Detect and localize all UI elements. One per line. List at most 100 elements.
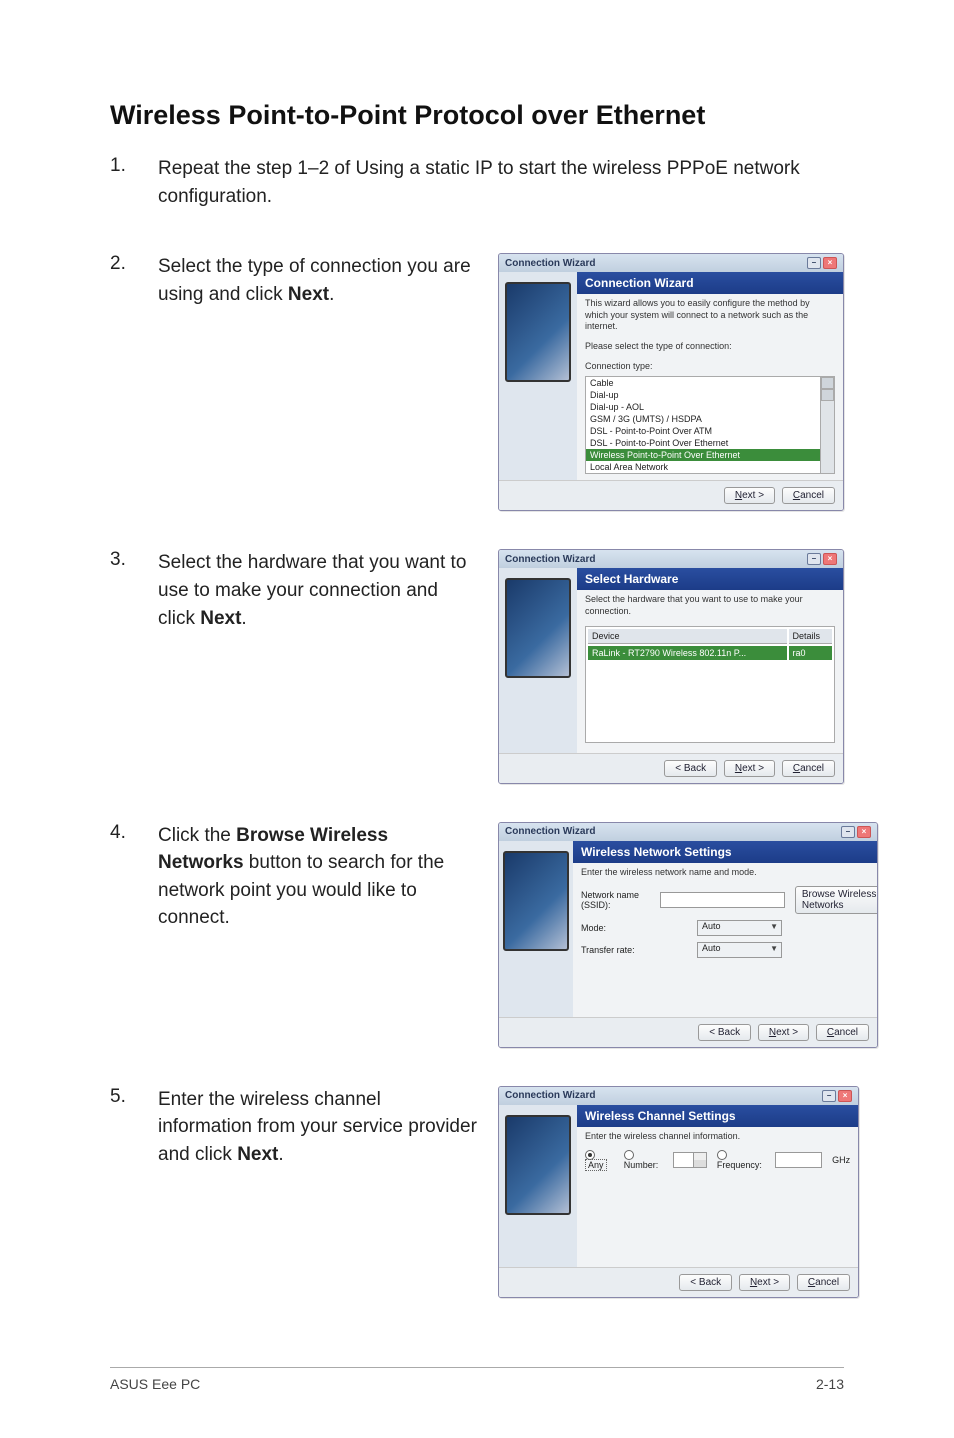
back-button[interactable]: < Back	[698, 1024, 751, 1041]
window-buttons: –×	[822, 1090, 852, 1102]
t: ancel	[834, 1027, 858, 1038]
t: ext >	[742, 763, 764, 774]
panel-sub-2a: This wizard allows you to easily configu…	[577, 294, 843, 337]
ghz-label: GHz	[832, 1155, 850, 1165]
window-buttons: –×	[807, 257, 837, 269]
panel-sub-5: Enter the wireless channel information.	[577, 1127, 858, 1147]
panel-header-2: Connection Wizard	[577, 272, 843, 294]
list-item[interactable]: Cable	[586, 377, 834, 389]
panel-sub-3: Select the hardware that you want to use…	[577, 590, 843, 621]
close-icon[interactable]: ×	[857, 826, 871, 838]
close-icon[interactable]: ×	[823, 553, 837, 565]
radio-number[interactable]: Number:	[624, 1149, 664, 1170]
panel-sub-2b: Please select the type of connection:	[577, 337, 843, 357]
table-row[interactable]: RaLink - RT2790 Wireless 802.11n P...ra0	[588, 646, 832, 660]
list-item[interactable]: Local Area Network - Wireless	[586, 473, 834, 474]
wizard-side-image	[499, 1105, 577, 1267]
step-5-text-c: .	[278, 1144, 283, 1165]
step-1-text: Repeat the step 1–2 of Using a static IP…	[158, 155, 844, 210]
panel-header-3: Select Hardware	[577, 568, 843, 590]
panel-sub-4: Enter the wireless network name and mode…	[573, 863, 878, 883]
col-device: Device	[588, 629, 787, 644]
window-buttons: –×	[841, 826, 871, 838]
min-icon[interactable]: –	[822, 1090, 836, 1102]
list-item[interactable]: DSL - Point-to-Point Over ATM	[586, 425, 834, 437]
step-2-text: Select the type of connection you are us…	[158, 253, 478, 308]
list-item-selected[interactable]: Wireless Point-to-Point Over Ethernet	[586, 449, 834, 461]
screenshot-select-hardware: Connection Wizard –× Select Hardware Sel…	[498, 549, 844, 783]
rate-select[interactable]: Auto	[697, 942, 782, 958]
hardware-table[interactable]: DeviceDetails RaLink - RT2790 Wireless 8…	[585, 626, 835, 743]
list-item[interactable]: Dial-up - AOL	[586, 401, 834, 413]
cell-device: RaLink - RT2790 Wireless 802.11n P...	[588, 646, 787, 660]
radio-icon	[717, 1150, 727, 1160]
list-item[interactable]: Dial-up	[586, 389, 834, 401]
list-item[interactable]: Local Area Network	[586, 461, 834, 473]
next-button[interactable]: Next >	[758, 1024, 809, 1041]
step-2-text-c: .	[329, 284, 334, 305]
scrollbar[interactable]	[820, 377, 834, 473]
conn-type-label: Connection type:	[577, 357, 843, 377]
u: C	[793, 490, 800, 501]
back-button[interactable]: < Back	[679, 1274, 732, 1291]
step-4-text: Click the Browse Wireless Networks butto…	[158, 822, 478, 932]
step-5: Enter the wireless channel information f…	[110, 1086, 844, 1298]
cancel-button[interactable]: Cancel	[782, 487, 835, 504]
close-icon[interactable]: ×	[823, 257, 837, 269]
rate-label: Transfer rate:	[581, 945, 691, 955]
connection-type-list[interactable]: Cable Dial-up Dial-up - AOL GSM / 3G (UM…	[585, 376, 835, 474]
panel-header-4: Wireless Network Settings	[573, 841, 878, 863]
t: ext >	[776, 1027, 798, 1038]
next-button[interactable]: Next >	[724, 760, 775, 777]
u: C	[793, 763, 800, 774]
wiz-titlebar-4: Connection Wizard	[505, 826, 595, 837]
window-buttons: –×	[807, 553, 837, 565]
step-5-text-b: Next	[237, 1144, 278, 1165]
browse-wireless-button[interactable]: Browse Wireless Networks	[795, 886, 878, 914]
footer-product: ASUS Eee PC	[110, 1376, 200, 1392]
cancel-button[interactable]: Cancel	[782, 760, 835, 777]
step-5-text: Enter the wireless channel information f…	[158, 1086, 478, 1169]
cancel-button[interactable]: Cancel	[816, 1024, 869, 1041]
cancel-button[interactable]: Cancel	[797, 1274, 850, 1291]
wiz-titlebar-5: Connection Wizard	[505, 1090, 595, 1101]
step-1: Repeat the step 1–2 of Using a static IP…	[110, 155, 844, 215]
min-icon[interactable]: –	[807, 553, 821, 565]
radio-number-label: Number:	[624, 1160, 659, 1170]
step-3-text-b: Next	[200, 608, 241, 629]
radio-any-label: Any	[585, 1159, 607, 1171]
t: ext >	[742, 490, 764, 501]
list-item[interactable]: GSM / 3G (UMTS) / HSDPA	[586, 413, 834, 425]
u: C	[827, 1027, 834, 1038]
step-2-text-b: Next	[288, 284, 329, 305]
wizard-side-image	[499, 568, 577, 752]
t: ancel	[800, 490, 824, 501]
step-3-text: Select the hardware that you want to use…	[158, 549, 478, 632]
step-3: Select the hardware that you want to use…	[110, 549, 844, 783]
page-heading: Wireless Point-to-Point Protocol over Et…	[110, 100, 844, 131]
radio-frequency[interactable]: Frequency:	[717, 1149, 765, 1170]
screenshot-wireless-channel: Connection Wizard –× Wireless Channel Se…	[498, 1086, 859, 1298]
min-icon[interactable]: –	[841, 826, 855, 838]
wizard-side-image	[499, 841, 573, 1017]
step-4: Click the Browse Wireless Networks butto…	[110, 822, 844, 1048]
mode-select[interactable]: Auto	[697, 920, 782, 936]
wiz-titlebar-3: Connection Wizard	[505, 554, 595, 565]
close-icon[interactable]: ×	[838, 1090, 852, 1102]
list-item[interactable]: DSL - Point-to-Point Over Ethernet	[586, 437, 834, 449]
next-button[interactable]: Next >	[739, 1274, 790, 1291]
t: ancel	[800, 763, 824, 774]
back-button[interactable]: < Back	[664, 760, 717, 777]
t: ext >	[757, 1277, 779, 1288]
number-spinner[interactable]	[673, 1152, 707, 1168]
mode-label: Mode:	[581, 923, 691, 933]
frequency-input[interactable]	[775, 1152, 822, 1168]
next-button[interactable]: Next >	[724, 487, 775, 504]
wiz-titlebar-2: Connection Wizard	[505, 258, 595, 269]
min-icon[interactable]: –	[807, 257, 821, 269]
radio-any[interactable]: Any	[585, 1149, 614, 1170]
ssid-input[interactable]	[660, 892, 785, 908]
ssid-label: Network name (SSID):	[581, 890, 654, 910]
step-2: Select the type of connection you are us…	[110, 253, 844, 511]
col-details: Details	[789, 629, 833, 644]
